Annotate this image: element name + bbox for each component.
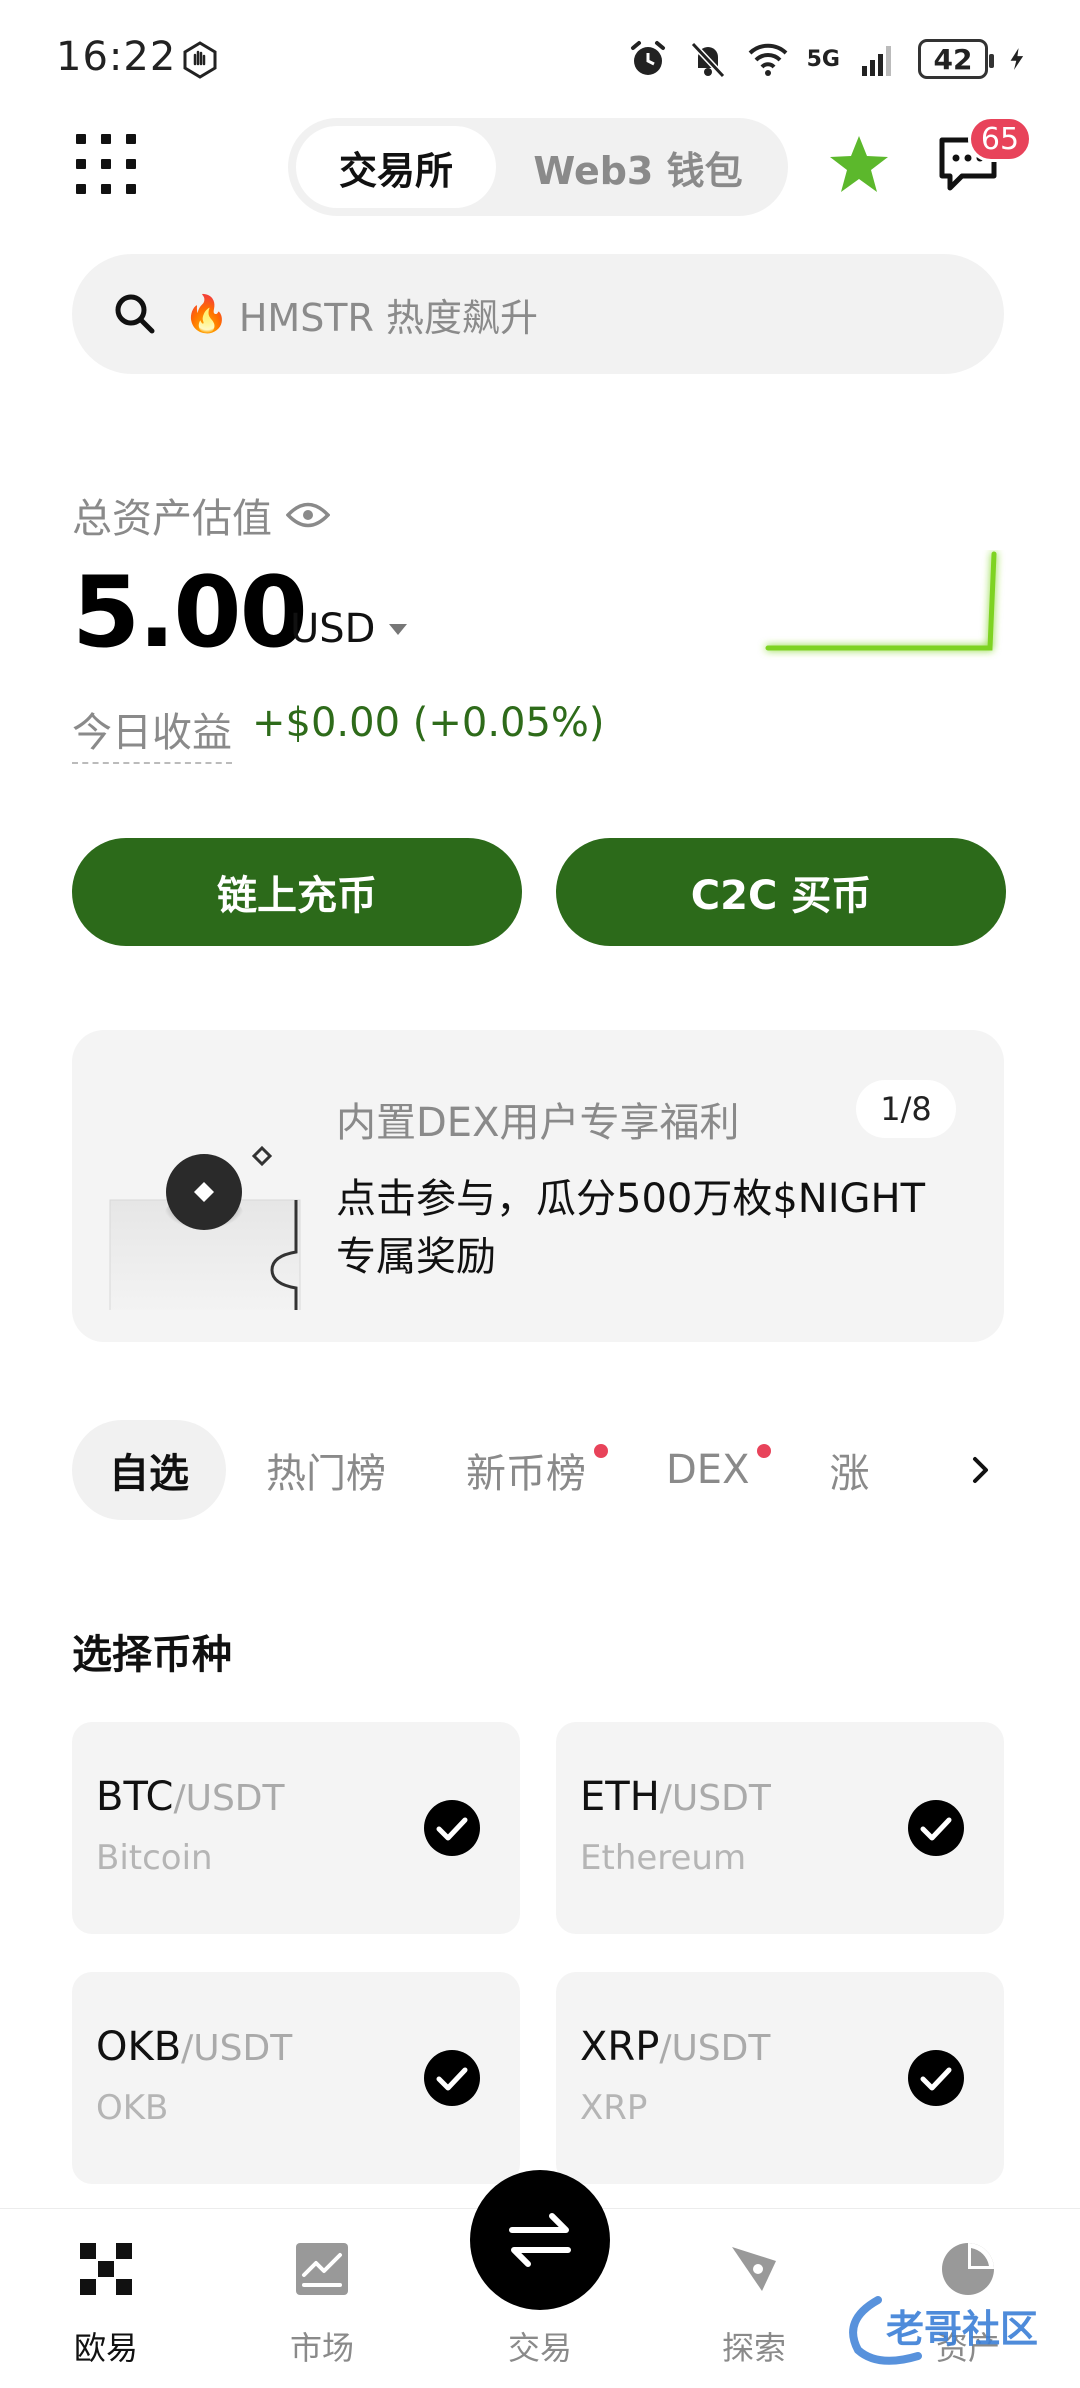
coin-card-okb[interactable]: OKB/USDT OKB [72,1972,520,2184]
coin-name: Ethereum [580,1838,747,1878]
tab-web3-wallet[interactable]: Web3 钱包 [496,126,780,208]
shield-hand-icon [183,41,217,79]
total-assets-label: 总资产估值 [72,496,272,542]
trade-swap-icon [509,2213,571,2267]
promo-banner[interactable]: 内置DEX用户专享福利 1/8 点击参与，瓜分500万枚$NIGHT专属奖励 [72,1030,1004,1342]
fire-icon: 🔥 [184,294,229,335]
watermark-text: 老哥社区 [886,2307,1038,2351]
grid-menu-icon[interactable] [76,134,136,194]
c2c-buy-button[interactable]: C2C 买币 [556,838,1006,946]
tab-label: 自选 [109,1451,189,1497]
coin-name: OKB [96,2088,169,2128]
status-time: 16:22 [56,34,177,80]
star-icon[interactable] [826,132,892,198]
tab-hot[interactable]: 热门榜 [226,1420,426,1520]
check-circle-icon[interactable] [424,1800,480,1856]
coin-pair: OKB/USDT [96,2024,292,2070]
wifi-icon [748,43,788,76]
asset-sparkline [765,551,997,651]
new-indicator-dot [757,1444,772,1458]
tab-label: 热门榜 [266,1451,386,1497]
top-header: 交易所 Web3 钱包 65 [0,110,1080,220]
market-chart-icon [296,2243,348,2295]
tab-label: 涨 [829,1451,870,1497]
today-pnl-value: +$0.00 (+0.05%) [252,700,605,746]
okx-logo-icon [80,2243,132,2295]
coin-name: XRP [580,2088,648,2128]
tab-label: DEX [666,1447,750,1493]
nav-explore[interactable]: 探索 [674,2239,834,2369]
promo-wallet-illustration [109,1145,301,1310]
coin-pair: ETH/USDT [580,1774,771,1820]
promo-description: 点击参与，瓜分500万枚$NIGHT专属奖励 [336,1176,926,1280]
promo-title: 内置DEX用户专享福利 [336,1100,740,1146]
market-tabs: 自选 热门榜 新币榜 DEX 涨 [72,1420,1008,1520]
coin-name: Bitcoin [96,1838,213,1878]
tab-new-coins[interactable]: 新币榜 [426,1420,626,1520]
charging-bolt-icon [1010,48,1024,70]
coin-pair: BTC/USDT [96,1774,285,1820]
currency-label: USD [290,606,376,652]
mute-bell-icon [690,41,725,79]
check-circle-icon[interactable] [424,2050,480,2106]
tab-exchange[interactable]: 交易所 [296,126,496,208]
search-icon [115,294,155,334]
trade-swap-button[interactable] [470,2170,610,2310]
tab-label: 新币榜 [466,1451,586,1497]
coin-pair: XRP/USDT [580,2024,770,2070]
coin-quote: /USDT [181,2028,293,2069]
total-assets-value: 5.00 [72,556,308,670]
nav-label: 交易 [507,2329,572,2367]
mode-switch: 交易所 Web3 钱包 [288,118,788,216]
eye-icon[interactable] [286,500,330,530]
status-bar: 16:22 5G 42 [0,0,1080,110]
coin-card-xrp[interactable]: XRP/USDT XRP [556,1972,1004,2184]
promo-pager: 1/8 [856,1080,956,1138]
check-circle-icon[interactable] [908,2050,964,2106]
community-watermark: 老哥社区 [849,2296,1038,2365]
tab-watchlist[interactable]: 自选 [72,1420,226,1520]
new-indicator-dot [594,1444,608,1458]
network-type: 5G [806,46,840,72]
tab-dex[interactable]: DEX [626,1420,789,1520]
coin-quote: /USDT [173,1778,285,1819]
explore-compass-icon [732,2247,776,2291]
onchain-deposit-button[interactable]: 链上充币 [72,838,522,946]
alarm-icon [630,41,665,75]
nav-label: 市场 [289,2329,354,2367]
coin-card-btc[interactable]: BTC/USDT Bitcoin [72,1722,520,1934]
coin-base: XRP [580,2024,660,2070]
message-badge: 65 [968,116,1032,162]
coin-quote: /USDT [659,1778,771,1819]
search-bar[interactable]: 🔥 HMSTR 热度飙升 [72,254,1004,374]
status-icons: 5G 42 [627,34,1030,84]
chevron-right-icon[interactable] [966,1455,996,1485]
coin-base: OKB [96,2024,182,2070]
total-assets-label-row: 总资产估值 [72,486,330,544]
coin-base: ETH [580,1774,660,1820]
search-placeholder: HMSTR 热度飙升 [238,295,539,340]
nav-okx[interactable]: 欧易 [26,2239,186,2369]
caret-down-icon [389,623,408,635]
coin-base: BTC [96,1774,174,1820]
nav-label: 探索 [721,2329,786,2367]
coin-quote: /USDT [659,2028,771,2069]
battery-indicator: 42 [918,39,994,79]
section-title: 选择币种 [72,1632,232,1678]
nav-label: 欧易 [73,2329,138,2367]
today-pnl-label[interactable]: 今日收益 [72,700,232,764]
signal-icon [862,46,891,76]
check-circle-icon[interactable] [908,1800,964,1856]
coin-card-eth[interactable]: ETH/USDT Ethereum [556,1722,1004,1934]
nav-market[interactable]: 市场 [242,2239,402,2369]
currency-selector[interactable]: USD [290,606,408,652]
